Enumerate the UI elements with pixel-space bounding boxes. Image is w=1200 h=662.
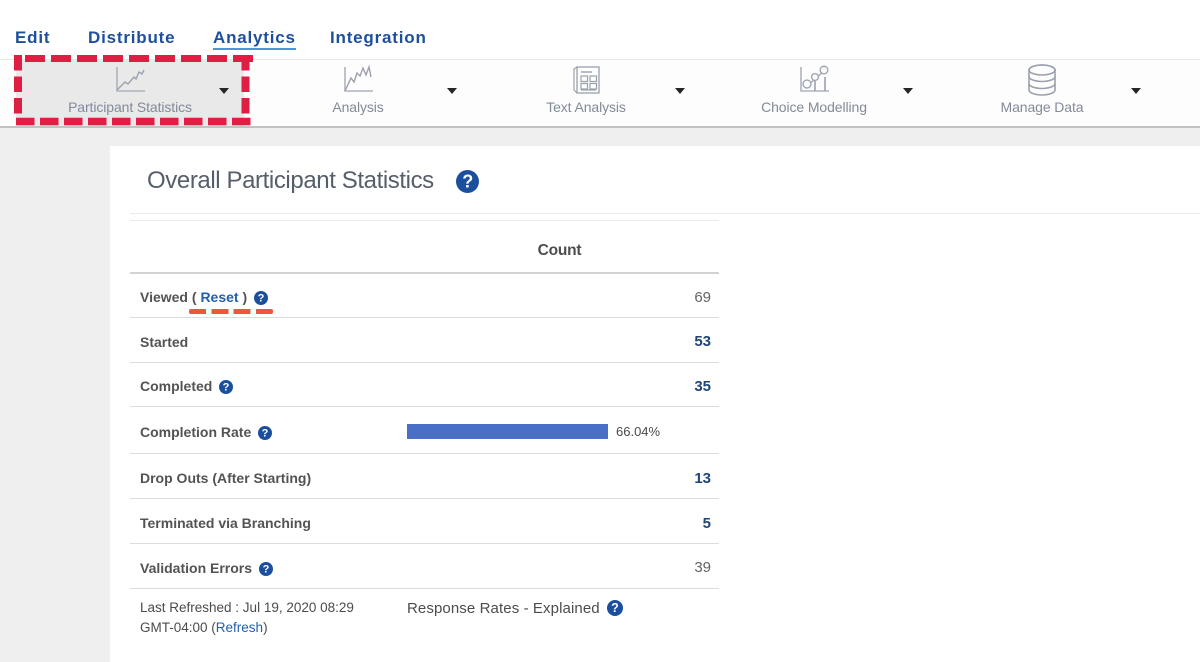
svg-text:?: ? — [258, 293, 265, 305]
svg-text:?: ? — [462, 172, 473, 192]
svg-text:?: ? — [223, 382, 230, 394]
svg-text:?: ? — [263, 564, 270, 576]
svg-text:?: ? — [611, 601, 619, 615]
svg-text:?: ? — [262, 428, 269, 440]
